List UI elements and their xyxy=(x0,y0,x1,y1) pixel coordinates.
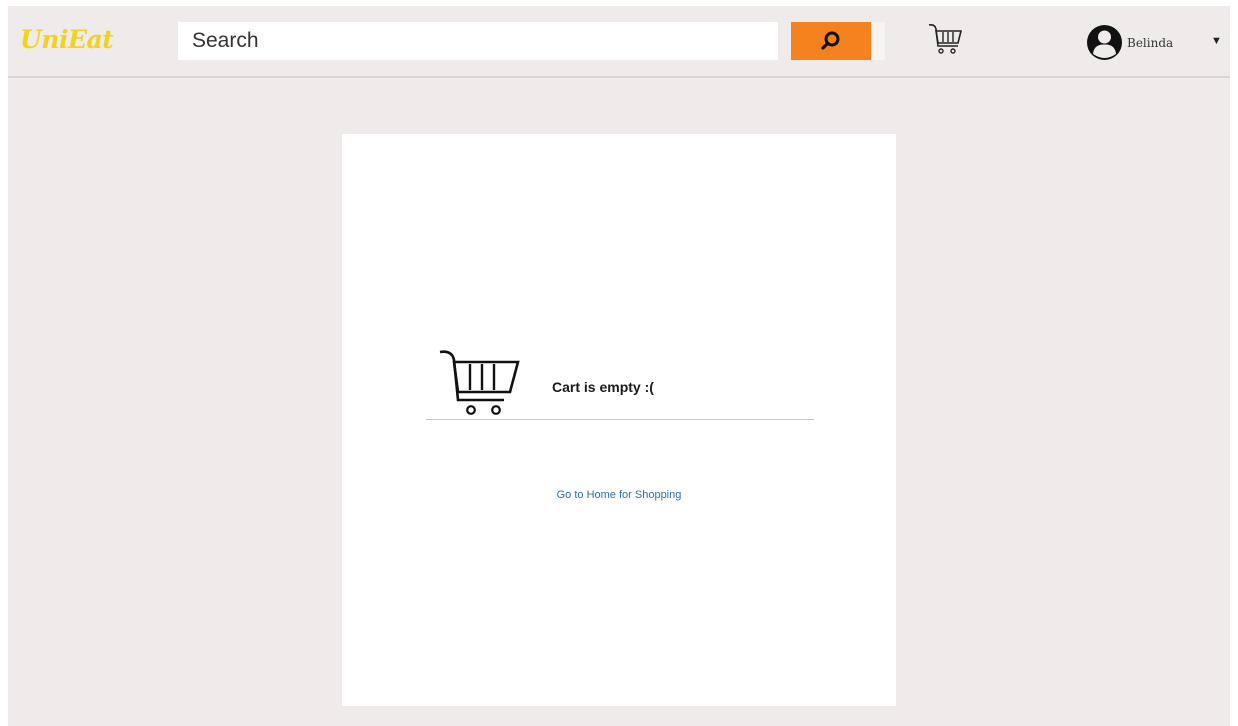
top-navigation-bar: UniEat Belinda ▼ xyxy=(8,6,1230,78)
search-button[interactable] xyxy=(791,22,871,60)
app-window: UniEat Belinda ▼ xyxy=(8,6,1230,726)
uniEat-logo[interactable]: UniEat xyxy=(20,25,114,54)
cart-panel: Cart is empty :( Go to Home for Shopping xyxy=(342,134,896,706)
cart-icon[interactable] xyxy=(926,22,966,58)
caret-down-icon[interactable]: ▼ xyxy=(1211,35,1222,47)
go-home-link[interactable]: Go to Home for Shopping xyxy=(342,489,896,501)
divider xyxy=(426,419,814,420)
search-input[interactable] xyxy=(178,22,778,60)
user-name[interactable]: Belinda xyxy=(1127,36,1173,50)
cart-empty-message: Cart is empty :( xyxy=(552,379,654,395)
search-button-edge xyxy=(871,22,885,60)
search-icon xyxy=(821,31,840,50)
user-avatar-icon[interactable] xyxy=(1086,24,1123,61)
cart-icon xyxy=(439,350,520,415)
